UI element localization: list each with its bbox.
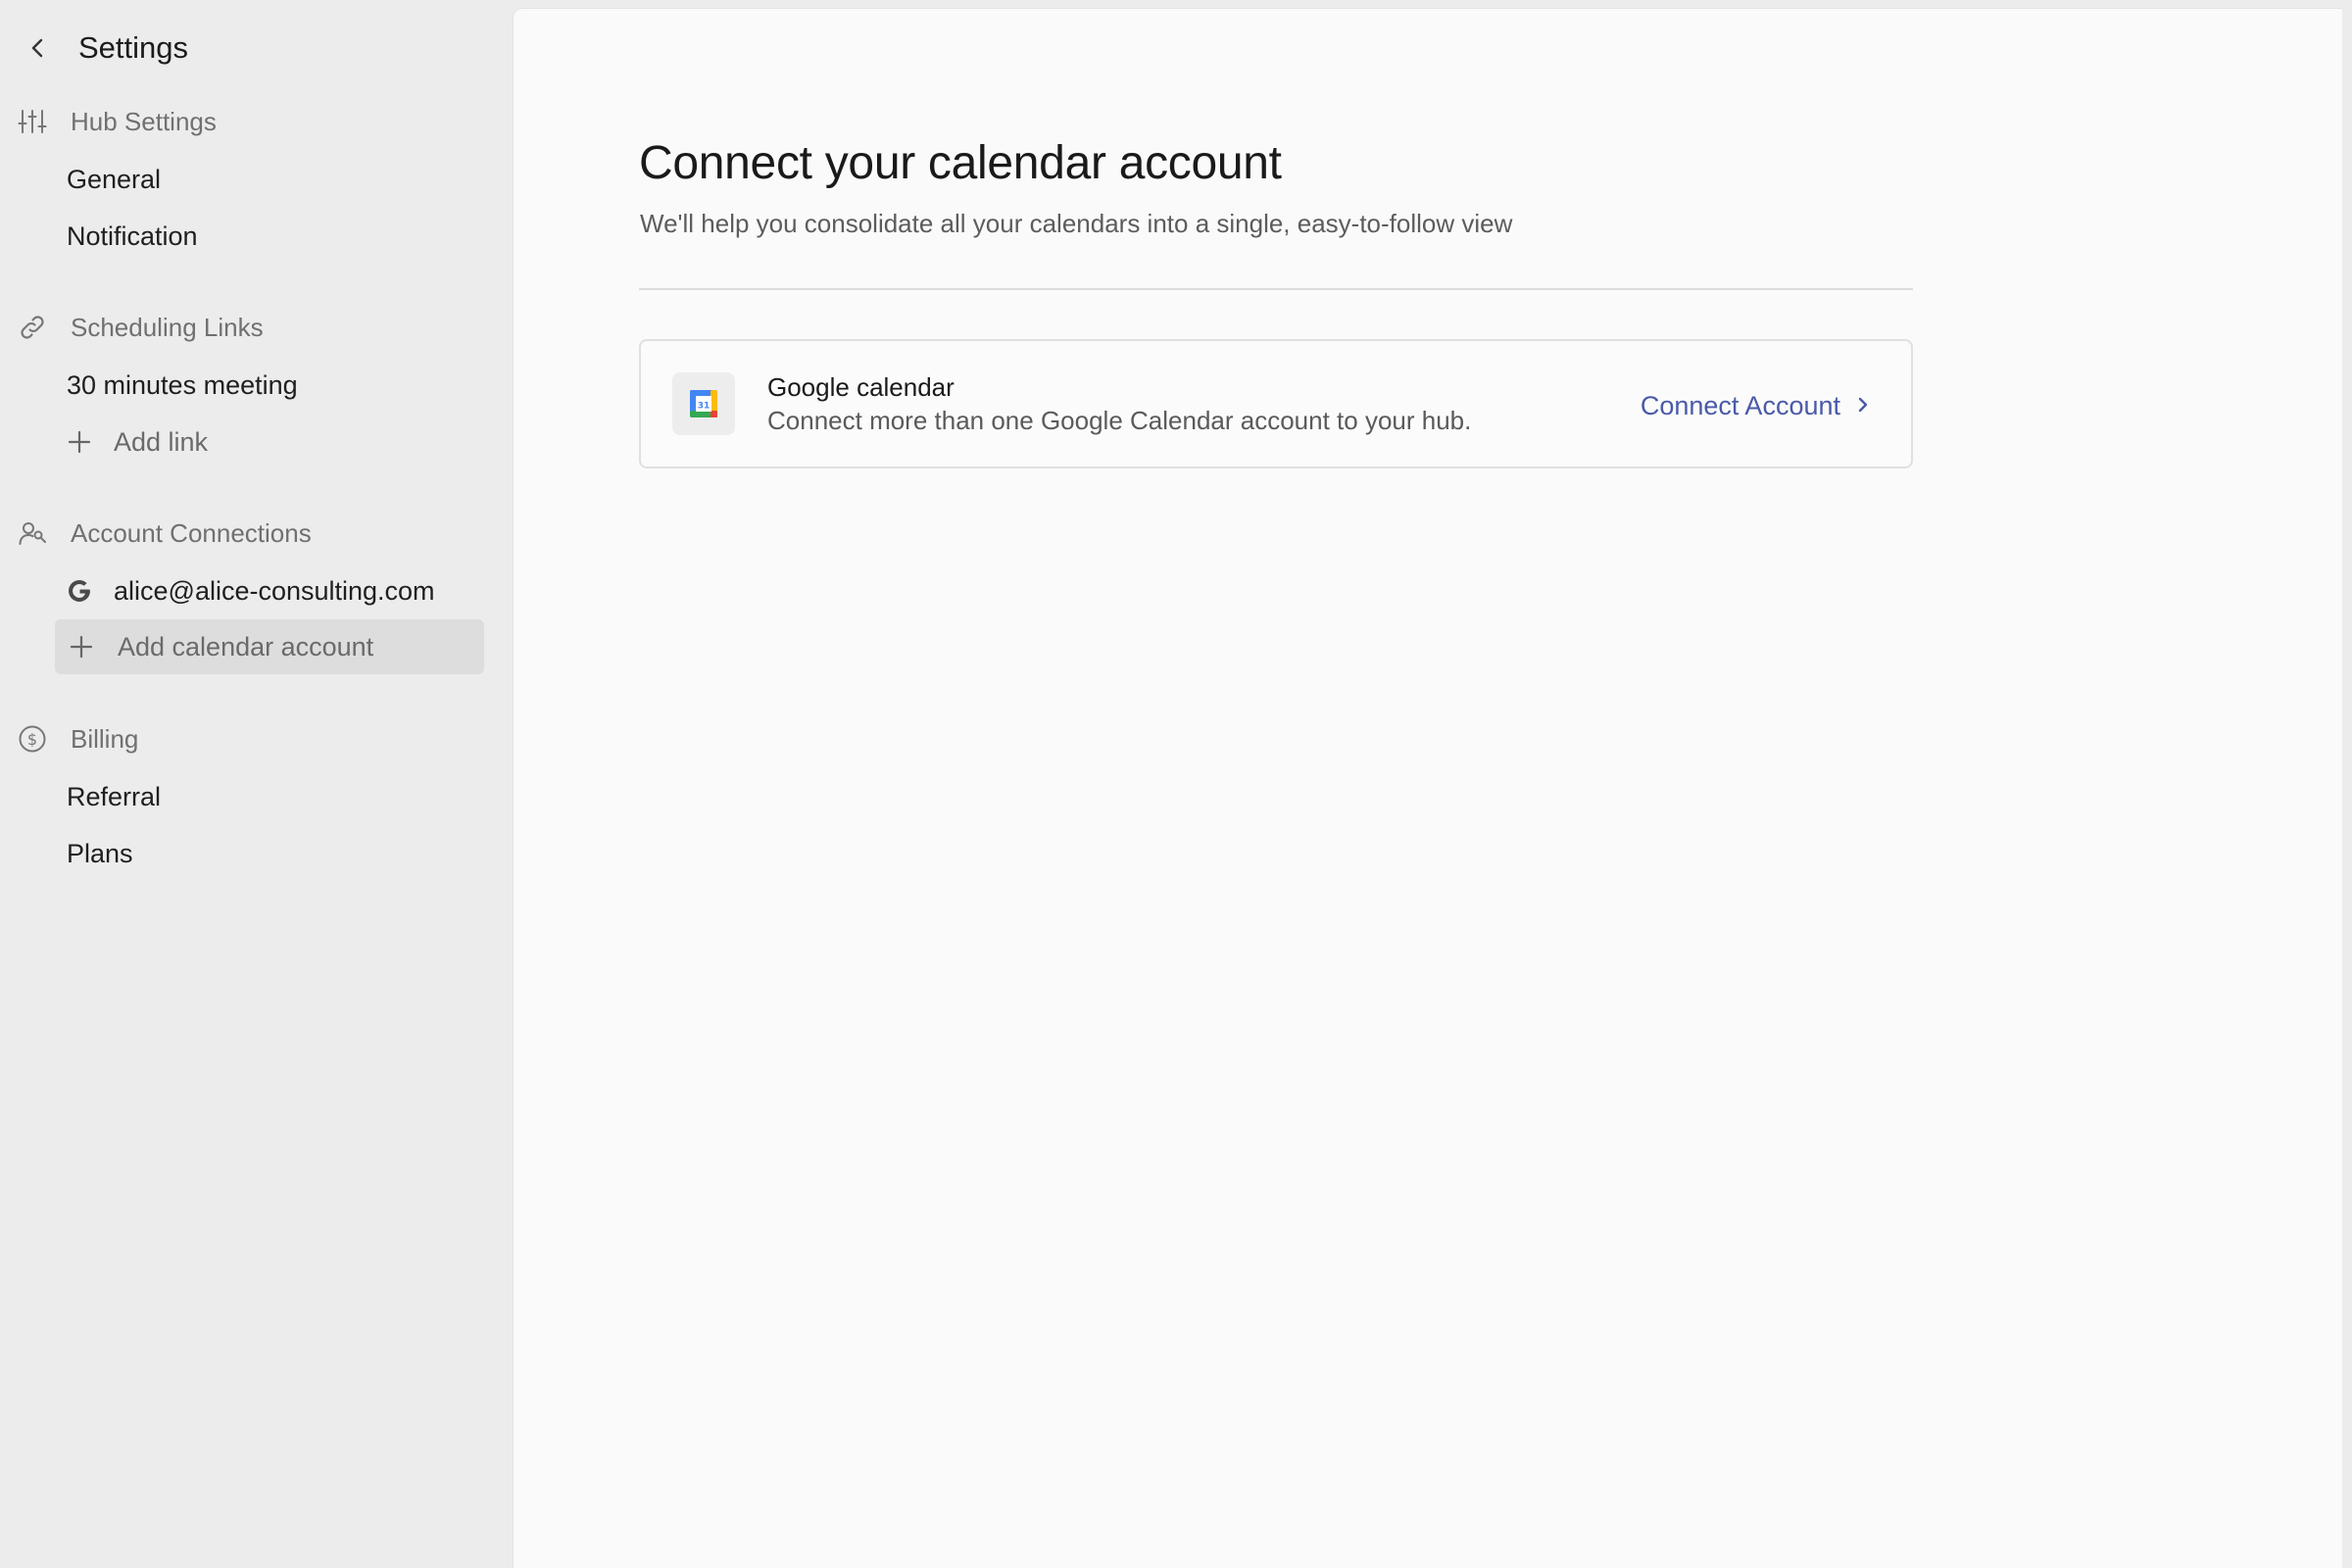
- sidebar-item-general[interactable]: General: [67, 158, 161, 201]
- link-icon: [16, 311, 49, 344]
- add-link-button[interactable]: Add link: [65, 420, 208, 464]
- divider: [639, 288, 1913, 290]
- sidebar-item-30-minutes-meeting[interactable]: 30 minutes meeting: [67, 364, 298, 407]
- plus-icon: [65, 427, 94, 457]
- google-g-icon: [65, 576, 94, 606]
- page-title: Connect your calendar account: [639, 137, 1282, 189]
- google-calendar-card: 31 Google calendar Connect more than one…: [639, 339, 1913, 468]
- section-label: Billing: [71, 723, 139, 754]
- sidebar-header[interactable]: Settings: [20, 22, 188, 74]
- users-icon: [16, 516, 49, 550]
- sidebar-item-notification[interactable]: Notification: [67, 215, 198, 258]
- section-account-connections: Account Connections: [16, 512, 312, 555]
- svg-text:31: 31: [698, 402, 710, 412]
- card-description: Connect more than one Google Calendar ac…: [767, 406, 1472, 435]
- add-calendar-account-button[interactable]: Add calendar account: [55, 619, 484, 674]
- plus-icon: [67, 632, 96, 662]
- card-title: Google calendar: [767, 372, 955, 402]
- connect-account-label: Connect Account: [1640, 390, 1840, 420]
- google-calendar-icon: 31: [672, 372, 735, 435]
- section-billing: $ Billing: [16, 717, 138, 760]
- add-calendar-account-label: Add calendar account: [118, 631, 374, 662]
- connected-account-item[interactable]: alice@alice-consulting.com: [65, 569, 435, 612]
- sidebar-item-referral[interactable]: Referral: [67, 775, 161, 818]
- section-hub-settings: Hub Settings: [16, 100, 217, 143]
- connect-account-button[interactable]: Connect Account: [1641, 386, 1870, 425]
- page-subtitle: We'll help you consolidate all your cale…: [640, 209, 1513, 238]
- chevron-right-icon: [1856, 391, 1870, 421]
- back-chevron-icon[interactable]: [20, 29, 57, 67]
- sidebar-item-plans[interactable]: Plans: [67, 832, 133, 875]
- sliders-icon: [16, 105, 49, 138]
- connected-account-email: alice@alice-consulting.com: [114, 575, 435, 606]
- section-label: Account Connections: [71, 517, 312, 548]
- dollar-circle-icon: $: [16, 722, 49, 756]
- section-label: Hub Settings: [71, 106, 217, 136]
- svg-text:$: $: [27, 730, 37, 749]
- app-window: Settings Hub Settings General Notificati…: [0, 0, 2352, 1568]
- main-panel: Connect your calendar account We'll help…: [513, 8, 2342, 1568]
- add-link-label: Add link: [114, 426, 209, 457]
- section-scheduling-links: Scheduling Links: [16, 306, 264, 349]
- settings-sidebar: Settings Hub Settings General Notificati…: [0, 0, 513, 1568]
- sidebar-title: Settings: [78, 30, 189, 65]
- section-label: Scheduling Links: [71, 312, 264, 342]
